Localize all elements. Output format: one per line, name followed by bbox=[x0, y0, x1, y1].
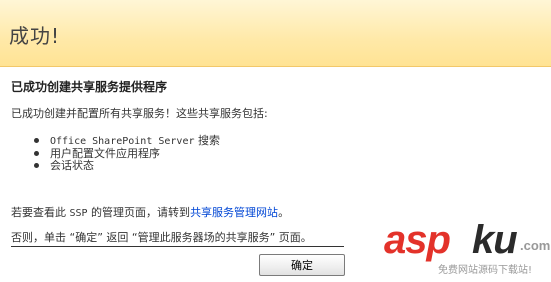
watermark-logo: asp ku .com 免费网站源码下载站! bbox=[384, 218, 551, 280]
bullet-icon bbox=[34, 138, 39, 143]
manage-prefix: 若要查看此 bbox=[11, 206, 70, 219]
otherwise-text: 否则，单击 “确定” 返回 “管理此服务器场的共享服务” 页面。 bbox=[11, 229, 344, 247]
title-bar: 成功! bbox=[0, 0, 551, 67]
list-item: 会话状态 bbox=[34, 160, 220, 172]
intro-text: 已成功创建并配置所有共享服务！这些共享服务包括: bbox=[11, 107, 268, 120]
manage-line: 若要查看此 SSP 的管理页面，请转到共享服务管理网站。 bbox=[11, 204, 289, 220]
watermark-com: .com bbox=[520, 238, 551, 253]
watermark-tagline: 免费网站源码下载站! bbox=[438, 265, 533, 276]
ssp-label: SSP bbox=[69, 208, 88, 219]
service-name-suffix: 搜索 bbox=[194, 134, 220, 147]
bullet-icon bbox=[34, 151, 39, 156]
page-title: 成功! bbox=[9, 24, 61, 48]
manage-middle: 的管理页面，请转到 bbox=[87, 206, 191, 219]
ok-button[interactable]: 确定 bbox=[259, 254, 345, 276]
section-heading: 已成功创建共享服务提供程序 bbox=[11, 80, 168, 94]
bullet-icon bbox=[34, 163, 39, 168]
service-list: Office SharePoint Server 搜索 用户配置文件应用程序 会… bbox=[34, 135, 220, 172]
service-name-mono: Office SharePoint Server bbox=[50, 136, 195, 147]
watermark-ku: ku bbox=[472, 218, 518, 262]
watermark-asp: asp bbox=[384, 218, 451, 262]
manage-suffix: 。 bbox=[278, 206, 290, 219]
service-name: 会话状态 bbox=[50, 159, 94, 172]
shared-services-admin-link[interactable]: 共享服务管理网站 bbox=[190, 206, 278, 219]
